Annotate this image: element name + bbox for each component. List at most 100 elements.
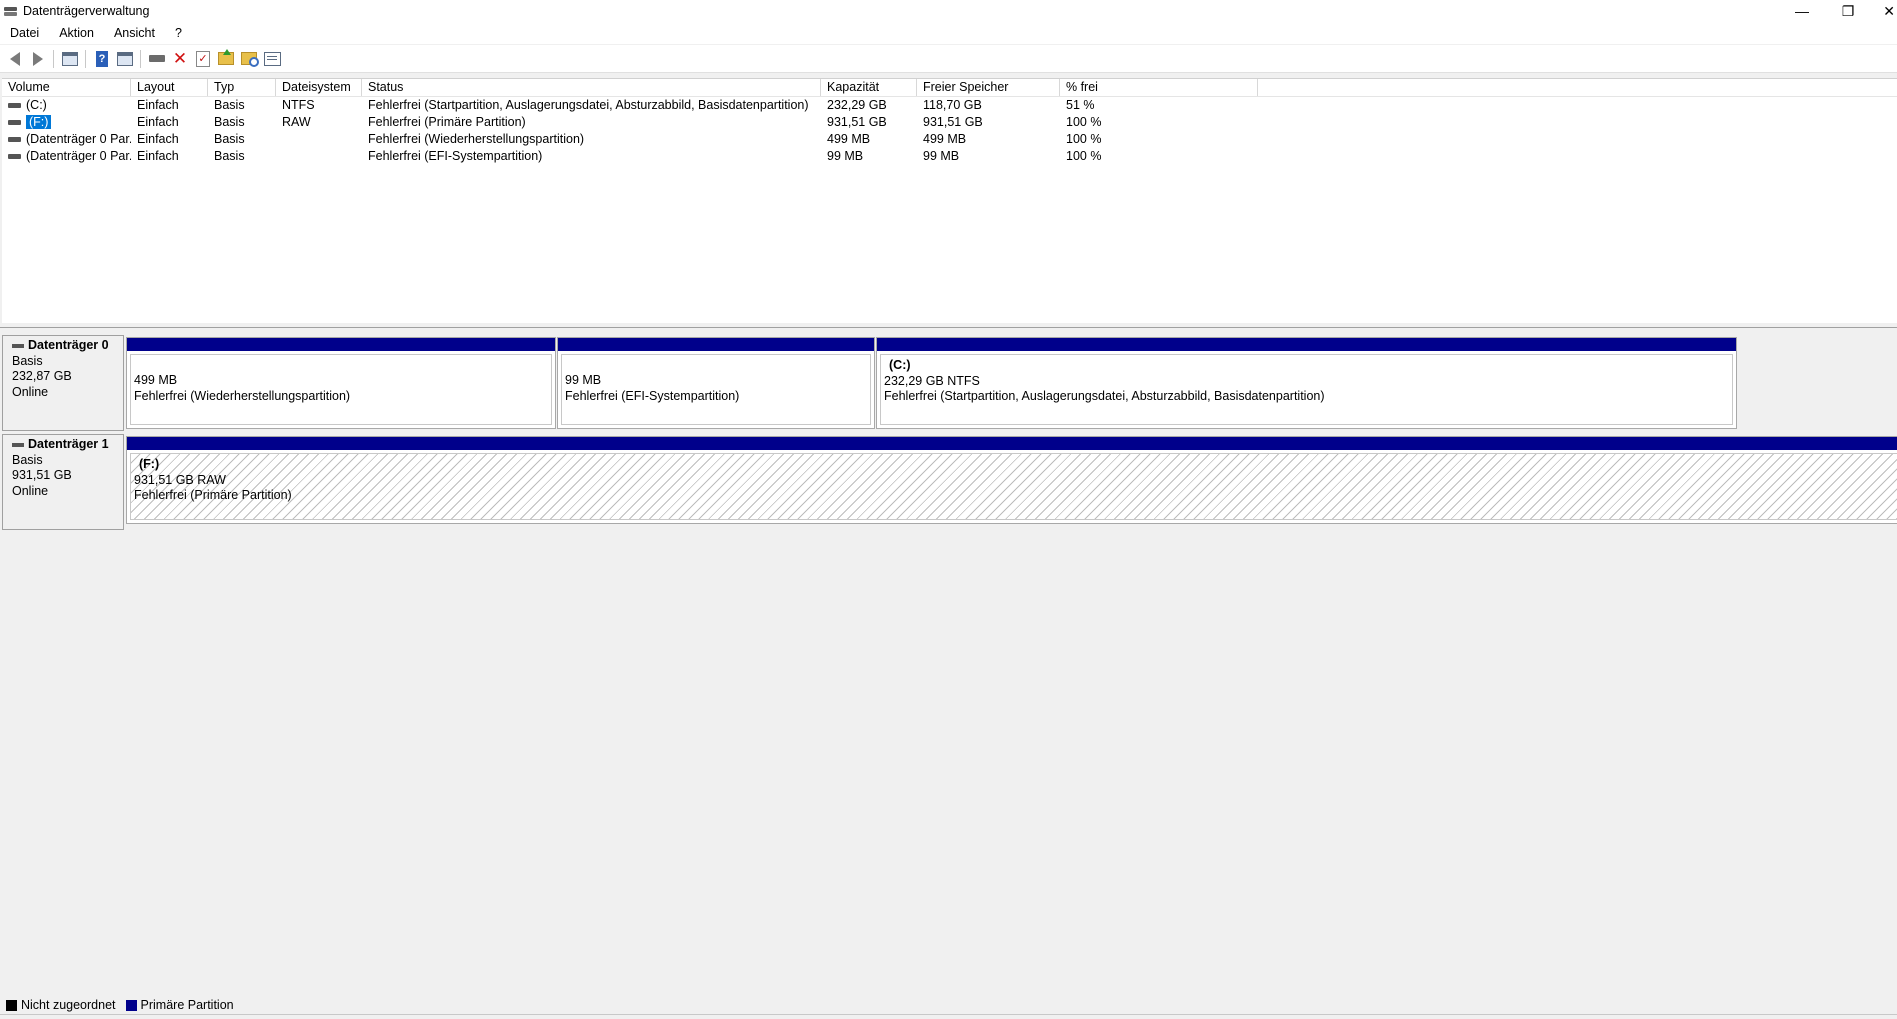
kapazitaet-cell: 232,29 GB bbox=[827, 98, 887, 112]
close-button[interactable]: ✕ bbox=[1860, 0, 1897, 22]
pane-splitter[interactable] bbox=[0, 323, 1897, 328]
volume-row[interactable]: (C:) Einfach Basis NTFS Fehlerfrei (Star… bbox=[2, 97, 1897, 114]
delete-icon: ✕ bbox=[172, 49, 188, 68]
dateisystem-cell: NTFS bbox=[282, 98, 315, 112]
forward-icon bbox=[33, 51, 43, 66]
prozent-cell: 51 % bbox=[1066, 98, 1095, 112]
forward-button[interactable] bbox=[27, 48, 49, 70]
volume-icon bbox=[8, 120, 21, 126]
legend-label: Nicht zugeordnet bbox=[21, 998, 116, 1012]
menu-ansicht[interactable]: Ansicht bbox=[104, 26, 165, 40]
disk-size: 931,51 GB bbox=[12, 468, 72, 482]
checklist-button[interactable]: ✓ bbox=[192, 48, 214, 70]
restore-icon: ❐ bbox=[1841, 2, 1855, 19]
window-title: Datenträgerverwaltung bbox=[23, 4, 150, 18]
partition-status: Fehlerfrei (Primäre Partition) bbox=[134, 488, 292, 502]
help-button[interactable]: ? bbox=[91, 48, 113, 70]
connect-disk-button[interactable] bbox=[146, 48, 168, 70]
disk-state: Online bbox=[12, 483, 49, 498]
partition-recovery[interactable]: 499 MB Fehlerfrei (Wiederherstellungspar… bbox=[126, 337, 556, 429]
back-button[interactable] bbox=[4, 48, 26, 70]
properties-icon bbox=[263, 51, 281, 66]
partition-body: 499 MB Fehlerfrei (Wiederherstellungspar… bbox=[130, 354, 552, 425]
menu-help[interactable]: ? bbox=[165, 26, 192, 40]
partition-body: (F:) 931,51 GB RAW Fehlerfrei (Primäre P… bbox=[130, 453, 1897, 520]
legend-item: Nicht zugeordnet bbox=[6, 998, 116, 1012]
menu-datei[interactable]: Datei bbox=[0, 26, 49, 40]
checklist-icon: ✓ bbox=[196, 50, 210, 67]
column-freier-speicher[interactable]: Freier Speicher bbox=[917, 79, 1060, 96]
legend-item: Primäre Partition bbox=[125, 998, 234, 1012]
legend-swatch-primary bbox=[125, 999, 137, 1011]
disk-type: Basis bbox=[12, 452, 43, 467]
volume-icon bbox=[8, 154, 21, 160]
legend-swatch-unallocated bbox=[6, 999, 17, 1011]
disk-management-app-icon bbox=[4, 5, 18, 17]
column-dateisystem[interactable]: Dateisystem bbox=[276, 79, 362, 96]
partition-status: Fehlerfrei (Wiederherstellungspartition) bbox=[134, 388, 351, 403]
column-prozent-frei[interactable]: % frei bbox=[1060, 79, 1258, 96]
column-volume[interactable]: Volume bbox=[2, 79, 131, 96]
partition-size: 931,51 GB RAW bbox=[134, 472, 226, 487]
status-cell: Fehlerfrei (Primäre Partition) bbox=[368, 115, 526, 129]
frei-cell: 499 MB bbox=[923, 132, 967, 146]
delete-button[interactable]: ✕ bbox=[169, 48, 191, 70]
layout-cell: Einfach bbox=[137, 132, 179, 146]
folder-search-button[interactable] bbox=[238, 48, 260, 70]
volume-cell: (C:) bbox=[2, 97, 131, 114]
properties-button[interactable] bbox=[261, 48, 283, 70]
connect-disk-icon bbox=[149, 55, 165, 62]
help-icon: ? bbox=[96, 50, 108, 67]
partition-bar bbox=[127, 338, 555, 351]
minimize-icon: — bbox=[1795, 3, 1809, 19]
column-status[interactable]: Status bbox=[362, 79, 821, 96]
minimize-button[interactable]: — bbox=[1779, 0, 1825, 22]
typ-cell: Basis bbox=[214, 132, 245, 146]
volume-name: (Datenträger 0 Par... bbox=[26, 132, 131, 146]
partition-f[interactable]: (F:) 931,51 GB RAW Fehlerfrei (Primäre P… bbox=[126, 436, 1897, 524]
disk-0-label[interactable]: Datenträger 0 Basis 232,87 GB Online bbox=[2, 335, 124, 431]
empty-disk-area bbox=[2, 530, 1897, 1000]
console-tree-icon bbox=[62, 51, 78, 66]
typ-cell: Basis bbox=[214, 115, 245, 129]
menu-aktion[interactable]: Aktion bbox=[49, 26, 104, 40]
volume-row[interactable]: (Datenträger 0 Par... Einfach Basis Fehl… bbox=[2, 148, 1897, 165]
partition-bar bbox=[127, 437, 1897, 450]
folder-up-icon bbox=[218, 49, 234, 65]
typ-cell: Basis bbox=[214, 149, 245, 163]
disk-size: 232,87 GB bbox=[12, 369, 72, 383]
folder-up-button[interactable] bbox=[215, 48, 237, 70]
partition-size: 99 MB bbox=[565, 373, 602, 387]
dateisystem-cell bbox=[276, 131, 362, 148]
partition-efi[interactable]: 99 MB Fehlerfrei (EFI-Systempartition) bbox=[557, 337, 875, 429]
disk-0-row: Datenträger 0 Basis 232,87 GB Online 499… bbox=[0, 335, 1897, 431]
disk-state: Online bbox=[12, 384, 49, 399]
show-hide-button[interactable] bbox=[114, 48, 136, 70]
disk-1-row: Datenträger 1 Basis 931,51 GB Online (F:… bbox=[0, 434, 1897, 530]
partition-label bbox=[565, 358, 870, 373]
partition-label: (F:) bbox=[139, 457, 160, 471]
partition-size: 232,29 GB NTFS bbox=[884, 373, 980, 388]
volume-row[interactable]: (Datenträger 0 Par... Einfach Basis Fehl… bbox=[2, 131, 1897, 148]
partition-body: 99 MB Fehlerfrei (EFI-Systempartition) bbox=[561, 354, 871, 425]
volume-row-selected[interactable]: (F:) Einfach Basis RAW Fehlerfrei (Primä… bbox=[2, 114, 1897, 131]
frei-cell: 931,51 GB bbox=[923, 115, 983, 129]
layout-cell: Einfach bbox=[137, 115, 179, 129]
disk-1-label[interactable]: Datenträger 1 Basis 931,51 GB Online bbox=[2, 434, 124, 530]
disk-name: Datenträger 0 bbox=[12, 338, 123, 354]
partition-bar bbox=[558, 338, 874, 351]
disk-name-text: Datenträger 1 bbox=[28, 437, 109, 451]
legend-label: Primäre Partition bbox=[140, 998, 234, 1012]
column-typ[interactable]: Typ bbox=[208, 79, 276, 96]
volume-list[interactable]: Volume Layout Typ Dateisystem Status Kap… bbox=[2, 78, 1897, 323]
console-tree-button[interactable] bbox=[59, 48, 81, 70]
status-bar-divider bbox=[0, 1014, 1897, 1015]
column-kapazitaet[interactable]: Kapazität bbox=[821, 79, 917, 96]
volume-cell: (Datenträger 0 Par... bbox=[2, 148, 131, 165]
toolbar-separator bbox=[53, 49, 54, 68]
disk-icon bbox=[12, 442, 24, 447]
disk-icon bbox=[12, 343, 24, 348]
partition-c[interactable]: (C:) 232,29 GB NTFS Fehlerfrei (Startpar… bbox=[876, 337, 1737, 429]
partition-bar bbox=[877, 338, 1736, 351]
column-layout[interactable]: Layout bbox=[131, 79, 208, 96]
